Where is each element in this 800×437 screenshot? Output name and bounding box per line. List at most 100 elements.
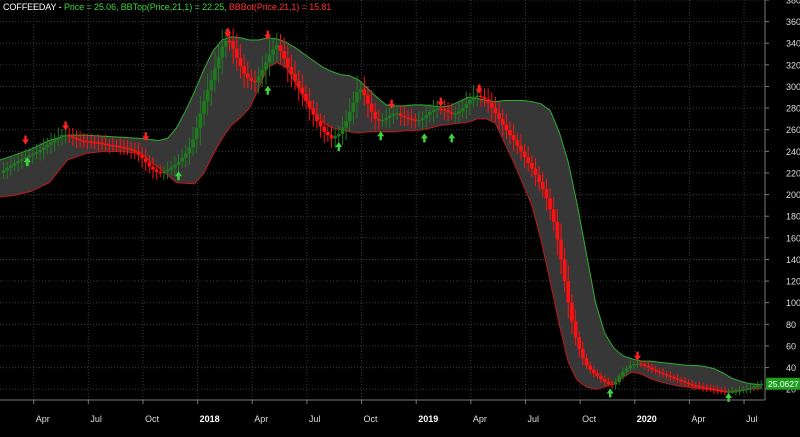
candle-body (646, 365, 651, 368)
candle-body (213, 68, 217, 80)
candle-body (511, 135, 516, 141)
candle-body (96, 142, 101, 144)
candle-body (559, 239, 563, 260)
candle-body (635, 363, 640, 366)
candle-body (63, 134, 68, 137)
candle-body (147, 162, 152, 167)
candle-body (158, 171, 163, 174)
y-tick-label: 360 (786, 17, 800, 27)
candle-body (515, 140, 520, 146)
candle-body (438, 108, 443, 111)
candle-body (9, 165, 13, 168)
candle-body (475, 95, 480, 98)
chart: COFFEEDAY - Price = 25.06, BBTop(Price,2… (0, 0, 800, 432)
candle-body (260, 69, 265, 77)
candle-body (202, 101, 206, 114)
candle-body (264, 62, 268, 70)
candle-body (307, 101, 312, 109)
candle-body (355, 91, 359, 103)
candle-body (428, 111, 432, 116)
candle-body (377, 118, 381, 121)
candle-body (194, 127, 199, 140)
candle-body (672, 376, 676, 379)
candle-body (413, 119, 418, 121)
y-tick-label: 80 (786, 320, 796, 330)
candle-body (420, 117, 425, 120)
candle-body (464, 103, 469, 109)
candle-body (52, 139, 57, 143)
candle-body (387, 115, 392, 118)
candle-body (664, 374, 669, 376)
candle-body (526, 157, 531, 163)
candle-body (617, 376, 622, 382)
candle-body (169, 167, 174, 170)
x-tick-label: Jul (309, 414, 321, 424)
legend-bbbot: BBBot(Price,21,1) = 15.81 (228, 2, 332, 12)
candle-body (183, 153, 188, 158)
y-tick-label: 160 (786, 233, 800, 243)
y-tick-label: 320 (786, 60, 800, 70)
candle-body (216, 57, 221, 69)
candle-body (719, 390, 724, 392)
candle-body (712, 388, 716, 391)
candle-body (424, 115, 429, 118)
candle-body (544, 189, 549, 199)
candle-body (125, 147, 130, 150)
candle-body (431, 109, 436, 112)
candle-body (704, 387, 709, 389)
candle-body (209, 80, 214, 91)
candle-body (285, 58, 290, 68)
x-tick-label: Jul (746, 414, 758, 424)
candle-body (471, 96, 476, 100)
candle-body (726, 391, 731, 393)
candle-body (723, 390, 727, 393)
candle-body (249, 77, 254, 81)
candle-body (493, 107, 498, 114)
legend-price: Price = 25.06, (63, 2, 121, 12)
candle-body (282, 51, 286, 59)
candle-body (369, 103, 374, 112)
candle-body (755, 385, 760, 387)
candle-body (650, 367, 654, 370)
candle-body (38, 150, 42, 153)
candle-body (690, 384, 694, 386)
y-tick-label: 140 (786, 255, 800, 265)
candle-body (537, 175, 541, 182)
candle-body (752, 386, 756, 389)
candle-body (741, 389, 745, 392)
candle-body (748, 388, 753, 390)
candle-body (16, 161, 21, 164)
candle-body (234, 48, 239, 59)
candle-body (278, 45, 283, 52)
candle-body (508, 130, 512, 136)
y-tick-label: 260 (786, 125, 800, 135)
candle-body (479, 95, 483, 98)
candle-body (118, 145, 123, 148)
candle-body (129, 148, 133, 151)
y-tick-label: 240 (786, 147, 800, 157)
candle-body (162, 171, 166, 173)
candle-body (318, 121, 323, 127)
candle-body (519, 145, 523, 152)
candle-body (632, 363, 636, 366)
candle-body (132, 150, 137, 152)
candle-body (140, 154, 144, 159)
candle-body (621, 371, 625, 377)
last-price-label: 25.0627 (768, 379, 799, 389)
candle-body (358, 89, 363, 92)
candle-body (668, 375, 673, 377)
candle-body (391, 113, 396, 116)
candle-body (734, 390, 738, 393)
candle-body (71, 136, 75, 138)
x-tick-label: Oct (364, 414, 379, 424)
y-tick-label: 60 (786, 341, 796, 351)
x-tick-label: Jul (90, 414, 102, 424)
candle-body (402, 115, 407, 118)
candle-body (693, 385, 698, 387)
candle-body (12, 163, 17, 166)
candle-body (602, 379, 607, 382)
candle-body (56, 137, 61, 140)
candle-body (373, 111, 378, 119)
candle-body (406, 117, 410, 119)
candle-body (92, 141, 97, 144)
